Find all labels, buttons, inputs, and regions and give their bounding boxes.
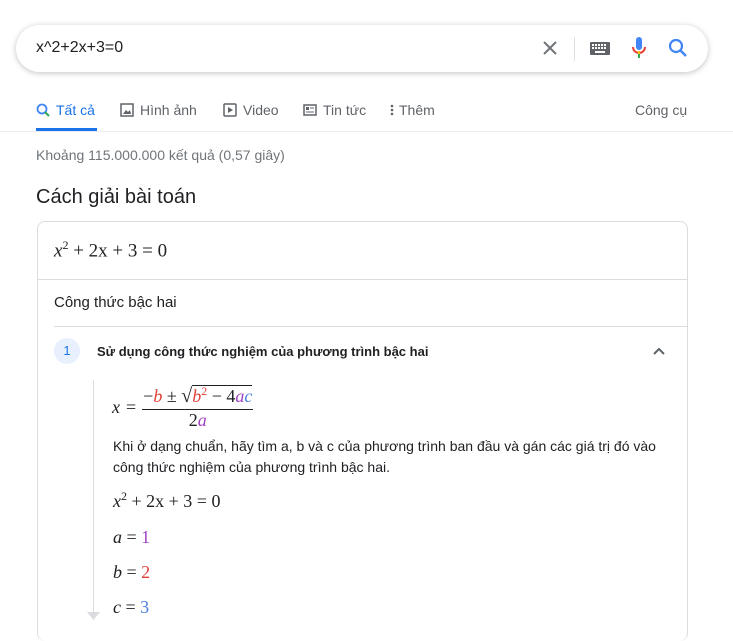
- divider: [0, 131, 733, 132]
- c-value: c = 3: [113, 597, 150, 617]
- tab-label: Video: [243, 102, 279, 118]
- chevron-up-icon[interactable]: [652, 346, 666, 356]
- play-icon: [223, 103, 237, 117]
- quadratic-formula: x = −b ± √b2 − 4ac 2a: [112, 384, 254, 430]
- solver-title: Cách giải bài toán: [36, 186, 197, 208]
- keyboard-icon[interactable]: [590, 42, 610, 55]
- search-icon: [36, 103, 50, 117]
- tab-label: Tin tức: [323, 102, 367, 118]
- a-value: a = 1: [113, 527, 151, 547]
- tab-all[interactable]: Tất cả: [36, 102, 95, 118]
- tab-video[interactable]: Video: [223, 102, 279, 118]
- clear-icon[interactable]: [542, 40, 558, 56]
- tab-label: Tất cả: [56, 102, 95, 118]
- tab-label: Hình ảnh: [140, 102, 197, 118]
- more-vert-icon: [390, 104, 394, 116]
- image-icon: [120, 103, 134, 117]
- equation: x2 + 2x + 3 = 0: [54, 238, 168, 262]
- news-icon: [303, 104, 317, 116]
- search-icon[interactable]: [668, 38, 688, 58]
- microphone-icon[interactable]: [632, 37, 646, 61]
- b-value: b = 2: [113, 562, 151, 582]
- step-explanation: Khi ở dạng chuẩn, hãy tìm a, b và c của …: [113, 438, 656, 475]
- step-timeline: [93, 380, 94, 612]
- tools-button[interactable]: Công cụ: [635, 102, 687, 118]
- solver-card: x2 + 2x + 3 = 0 Công thức bậc hai 1 Sử d…: [37, 221, 688, 641]
- tab-more[interactable]: Thêm: [390, 102, 435, 118]
- step-header[interactable]: 1 Sử dụng công thức nghiệm của phương tr…: [54, 338, 687, 364]
- divider: [574, 37, 575, 61]
- arrow-down-icon: [87, 612, 100, 620]
- tab-label: Thêm: [399, 102, 435, 118]
- tab-images[interactable]: Hình ảnh: [120, 102, 197, 118]
- step-number: 1: [54, 338, 80, 364]
- search-input[interactable]: x^2+2x+3=0: [36, 39, 123, 57]
- result-stats: Khoảng 115.000.000 kết quả (0,57 giây): [36, 147, 285, 163]
- tab-news[interactable]: Tin tức: [303, 102, 366, 118]
- method-label: Công thức bậc hai: [54, 294, 177, 311]
- divider: [38, 279, 687, 280]
- equation-restated: x2 + 2x + 3 = 0: [113, 489, 221, 511]
- divider: [54, 326, 687, 327]
- step-title: Sử dụng công thức nghiệm của phương trìn…: [97, 344, 429, 359]
- search-box[interactable]: x^2+2x+3=0: [16, 25, 708, 72]
